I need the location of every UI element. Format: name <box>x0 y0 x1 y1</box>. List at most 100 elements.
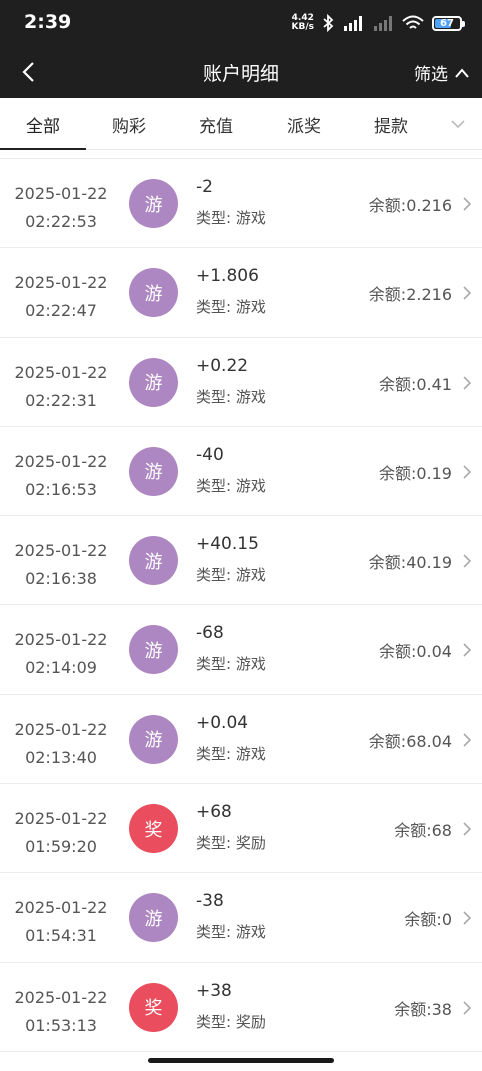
transaction-time: 01:54:31 <box>25 926 97 946</box>
chevron-right-icon <box>463 733 472 747</box>
transaction-row[interactable]: 2025-01-22 02:16:38 游 +40.15 类型: 游戏 余额:40.19 <box>0 516 482 606</box>
transaction-row[interactable]: 2025-01-22 01:53:13 奖 +38 类型: 奖励 余额:38 <box>0 962 482 1052</box>
transaction-type: 类型: 奖励 <box>196 834 266 853</box>
transaction-time: 02:16:38 <box>25 569 97 589</box>
transaction-type: 类型: 游戏 <box>196 476 266 495</box>
status-bar: 2:39 4.42 KB/s 67 <box>0 0 482 46</box>
transaction-datetime: 2025-01-22 02:14:09 <box>0 626 122 682</box>
transaction-date: 2025-01-22 <box>14 273 108 293</box>
chevron-right-icon <box>463 911 472 925</box>
chevron-right-icon <box>463 376 472 390</box>
transaction-time: 02:16:53 <box>25 479 97 499</box>
transaction-datetime: 2025-01-22 01:53:13 <box>0 984 122 1040</box>
battery-level-text: 67 <box>440 17 454 29</box>
transaction-date: 2025-01-22 <box>14 184 108 203</box>
transaction-datetime: 2025-01-22 02:22:47 <box>0 269 122 325</box>
transaction-balance: 余额:38 <box>394 999 452 1019</box>
back-button[interactable] <box>12 56 44 88</box>
chevron-down-icon <box>451 120 465 129</box>
transaction-time: 02:14:09 <box>25 658 97 678</box>
transaction-type: 类型: 游戏 <box>196 566 266 585</box>
game-badge: 游 <box>129 893 178 943</box>
transaction-type: 类型: 游戏 <box>196 209 266 227</box>
status-icons: 4.42 KB/s 67 <box>291 12 465 34</box>
app-header: 2:39 4.42 KB/s 67 账户明细 筛选 <box>0 0 482 98</box>
transaction-row[interactable]: 2025-01-22 02:16:53 游 -40 类型: 游戏 余额:0.19 <box>0 426 482 517</box>
transaction-datetime: 2025-01-22 02:13:40 <box>0 716 122 772</box>
tab-withdraw[interactable]: 提款 <box>348 98 434 150</box>
tab-payout[interactable]: 派奖 <box>260 98 348 150</box>
transaction-row[interactable]: 2025-01-22 02:13:40 游 +0.04 类型: 游戏 余额:68.04 <box>0 694 482 785</box>
network-speed-unit: KB/s <box>291 22 314 32</box>
transaction-row[interactable]: 2025-01-22 02:22:47 游 +1.806 类型: 游戏 余额:2.216 <box>0 248 482 338</box>
transaction-amount: -68 <box>196 623 224 644</box>
tab-recharge[interactable]: 充值 <box>172 98 260 150</box>
transaction-balance: 余额:0.216 <box>368 196 452 215</box>
transaction-row[interactable]: 2025-01-22 02:22:53 游 -2 类型: 游戏 余额:0.216 <box>0 159 482 249</box>
transaction-date: 2025-01-22 <box>14 898 108 918</box>
transaction-datetime: 2025-01-22 02:22:53 <box>0 180 122 236</box>
chevron-right-icon <box>463 554 472 568</box>
signal-hd-icon <box>342 14 364 32</box>
transaction-balance: 余额:0.19 <box>378 463 452 483</box>
transaction-date: 2025-01-22 <box>14 541 108 561</box>
battery-icon: 67 <box>432 15 465 31</box>
reward-badge: 奖 <box>129 804 178 854</box>
tabs-expand-button[interactable] <box>440 98 476 150</box>
chevron-right-icon <box>463 465 472 479</box>
transaction-date: 2025-01-22 <box>14 362 108 382</box>
chevron-left-icon <box>22 62 34 82</box>
chevron-right-icon <box>463 286 472 300</box>
game-badge: 游 <box>129 536 178 586</box>
transaction-datetime: 2025-01-22 02:16:53 <box>0 448 122 504</box>
transaction-time: 02:22:47 <box>25 301 97 321</box>
game-badge: 游 <box>129 179 178 228</box>
game-badge: 游 <box>129 357 178 407</box>
transaction-time: 02:13:40 <box>25 747 97 767</box>
chevron-right-icon <box>463 1001 472 1015</box>
transaction-date: 2025-01-22 <box>14 809 108 829</box>
transaction-date: 2025-01-22 <box>14 451 108 471</box>
transaction-time: 01:59:20 <box>25 837 97 857</box>
transaction-datetime: 2025-01-22 02:22:31 <box>0 359 122 415</box>
home-indicator[interactable] <box>148 1058 334 1063</box>
transaction-balance: 余额:0 <box>404 910 452 930</box>
transaction-balance: 余额:68.04 <box>368 731 452 751</box>
transaction-date: 2025-01-22 <box>14 987 108 1007</box>
game-badge: 游 <box>129 714 178 764</box>
transaction-amount: -38 <box>196 891 224 912</box>
transaction-amount: +0.22 <box>196 355 249 376</box>
transaction-row[interactable]: 2025-01-22 02:14:09 游 -68 类型: 游戏 余额:0.04 <box>0 605 482 695</box>
transaction-date: 2025-01-22 <box>14 630 108 650</box>
transaction-amount: +68 <box>196 802 232 823</box>
transaction-amount: +0.04 <box>196 712 249 733</box>
transaction-balance: 余额:0.04 <box>378 642 452 662</box>
filter-button[interactable]: 筛选 <box>414 60 470 85</box>
transaction-amount: +1.806 <box>196 266 259 287</box>
wifi-icon <box>402 15 424 31</box>
transaction-type: 类型: 游戏 <box>196 298 266 317</box>
tab-lottery[interactable]: 购彩 <box>86 98 172 150</box>
transaction-amount: +40.15 <box>196 534 259 555</box>
filter-label: 筛选 <box>414 65 448 85</box>
transaction-row[interactable]: 2025-01-22 02:22:31 游 +0.22 类型: 游戏 余额:0.41 <box>0 337 482 427</box>
active-tab-indicator <box>0 148 86 150</box>
reward-badge: 奖 <box>129 982 178 1032</box>
chevron-right-icon <box>463 643 472 658</box>
tab-all[interactable]: 全部 <box>0 98 86 150</box>
chevron-right-icon <box>463 822 472 836</box>
transaction-amount: -40 <box>196 444 224 465</box>
game-badge: 游 <box>129 268 178 318</box>
status-time: 2:39 <box>24 11 72 33</box>
transaction-row[interactable]: 2025-01-22 01:59:20 奖 +68 类型: 奖励 余额:68 <box>0 784 482 874</box>
transaction-type: 类型: 游戏 <box>196 744 266 763</box>
transaction-type: 类型: 奖励 <box>196 1012 266 1031</box>
transaction-row[interactable]: 2025-01-22 01:54:31 游 -38 类型: 游戏 余额:0 <box>0 873 482 963</box>
nav-bar: 账户明细 筛选 <box>0 46 482 98</box>
transaction-balance: 余额:68 <box>394 821 452 841</box>
transaction-time: 02:22:31 <box>25 390 97 410</box>
game-badge: 游 <box>129 625 178 675</box>
transaction-type: 类型: 游戏 <box>196 655 266 674</box>
transaction-date: 2025-01-22 <box>14 719 108 739</box>
transaction-datetime: 2025-01-22 01:54:31 <box>0 894 122 950</box>
